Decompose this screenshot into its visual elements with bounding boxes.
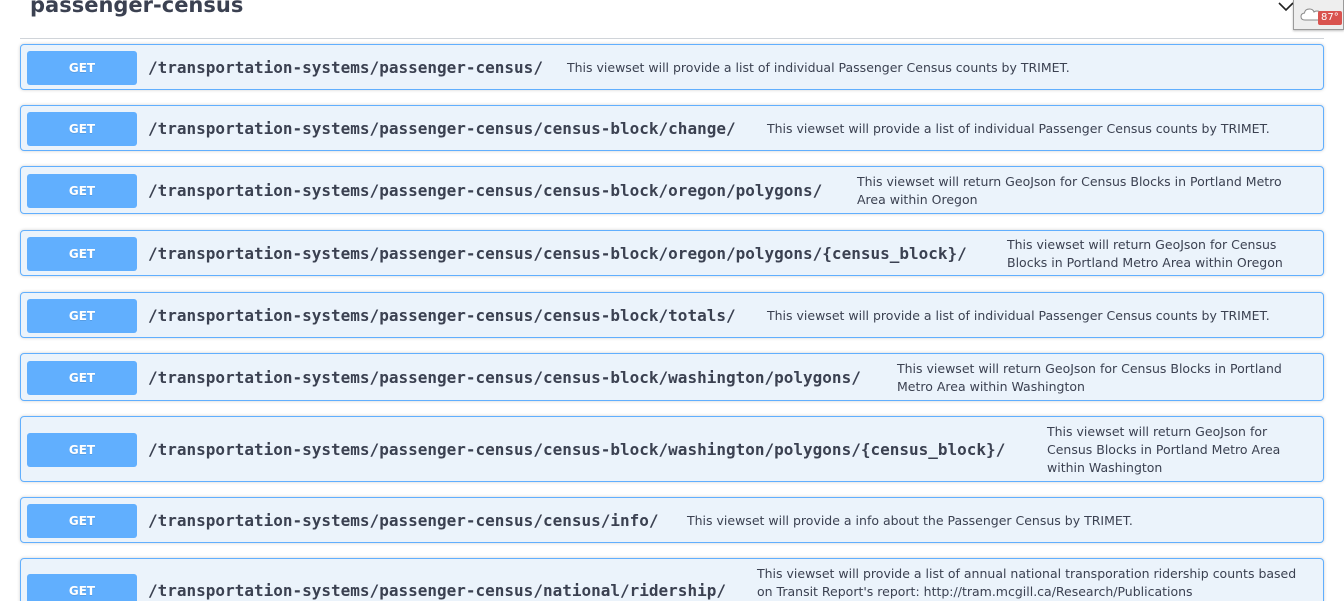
operation-row[interactable]: GET /transportation-systems/passenger-ce…: [20, 105, 1324, 151]
operation-description: This viewset will return GeoJson for Cen…: [897, 361, 1282, 394]
operation-path[interactable]: /transportation-systems/passenger-census…: [148, 244, 967, 263]
weather-widget[interactable]: 87°: [1293, 0, 1344, 30]
operation-row[interactable]: GET /transportation-systems/passenger-ce…: [20, 353, 1324, 401]
method-badge[interactable]: GET: [27, 433, 137, 467]
operation-description: This viewset will provide a list of indi…: [767, 121, 1270, 136]
method-badge[interactable]: GET: [27, 504, 137, 538]
method-badge[interactable]: GET: [27, 299, 137, 333]
operation-description: This viewset will return GeoJson for Cen…: [1007, 237, 1283, 270]
operation-row[interactable]: GET /transportation-systems/passenger-ce…: [20, 416, 1324, 482]
operation-row[interactable]: GET /transportation-systems/passenger-ce…: [20, 558, 1324, 601]
temperature-badge: 87°: [1318, 11, 1342, 25]
operation-description: This viewset will provide a info about t…: [687, 513, 1133, 528]
operation-path[interactable]: /transportation-systems/passenger-census…: [148, 581, 726, 600]
operation-description: This viewset will return GeoJson for Cen…: [1047, 424, 1281, 475]
operation-path[interactable]: /transportation-systems/passenger-census…: [148, 306, 736, 325]
operation-path[interactable]: /transportation-systems/passenger-census…: [148, 119, 736, 138]
method-badge[interactable]: GET: [27, 174, 137, 208]
operation-description: This viewset will provide a list of annu…: [757, 566, 1297, 599]
operation-path[interactable]: /transportation-systems/passenger-census…: [148, 511, 659, 530]
method-badge[interactable]: GET: [27, 237, 137, 271]
method-badge[interactable]: GET: [27, 112, 137, 146]
operation-path[interactable]: /transportation-systems/passenger-census…: [148, 440, 1005, 459]
section-header[interactable]: passenger-census: [20, 0, 1324, 39]
operation-description: This viewset will provide a list of indi…: [567, 60, 1070, 75]
method-badge[interactable]: GET: [27, 574, 137, 601]
operation-description: This viewset will provide a list of indi…: [767, 308, 1270, 323]
operation-row[interactable]: GET /transportation-systems/passenger-ce…: [20, 44, 1324, 90]
method-badge[interactable]: GET: [27, 361, 137, 395]
swagger-page: passenger-census 87° GET /transportation…: [0, 0, 1344, 601]
method-badge[interactable]: GET: [27, 51, 137, 85]
operation-path[interactable]: /transportation-systems/passenger-census…: [148, 58, 543, 77]
operation-path[interactable]: /transportation-systems/passenger-census…: [148, 368, 861, 387]
operation-path[interactable]: /transportation-systems/passenger-census…: [148, 181, 822, 200]
operation-description: This viewset will return GeoJson for Cen…: [857, 174, 1282, 207]
operation-row[interactable]: GET /transportation-systems/passenger-ce…: [20, 497, 1324, 543]
section-title[interactable]: passenger-census: [30, 0, 243, 17]
operation-row[interactable]: GET /transportation-systems/passenger-ce…: [20, 230, 1324, 276]
operation-row[interactable]: GET /transportation-systems/passenger-ce…: [20, 166, 1324, 214]
chevron-down-icon[interactable]: [1278, 0, 1294, 14]
operation-row[interactable]: GET /transportation-systems/passenger-ce…: [20, 292, 1324, 338]
